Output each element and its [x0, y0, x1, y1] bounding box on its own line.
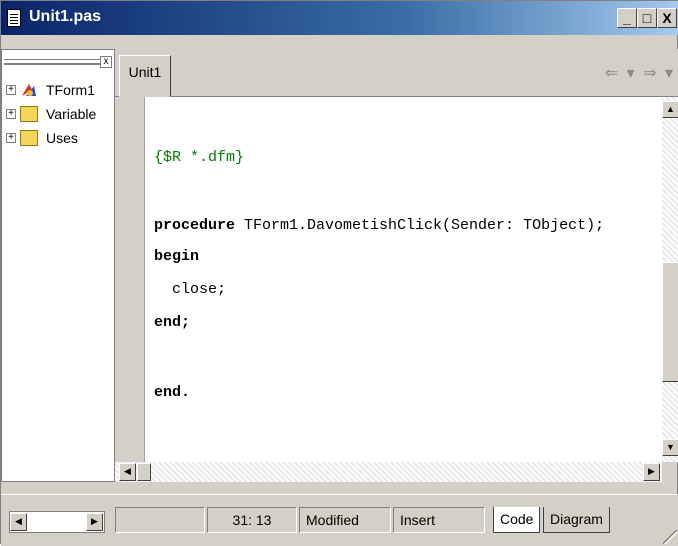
status-spacer — [115, 507, 205, 533]
scroll-left-icon[interactable]: ◀ — [119, 463, 136, 481]
code-line-end: end; — [154, 314, 191, 331]
code-line-begin: begin — [154, 248, 200, 265]
close-button[interactable]: X — [657, 8, 677, 28]
panel-close-icon[interactable]: x — [100, 56, 112, 68]
scroll-right-icon[interactable]: ▶ — [86, 513, 103, 531]
resize-grip-icon[interactable] — [663, 530, 677, 544]
scroll-up-icon[interactable]: ▲ — [662, 101, 678, 118]
keyword: procedure — [154, 217, 236, 234]
vertical-scrollbar[interactable]: ▲ ▼ — [662, 97, 678, 462]
tree-label: Variable — [46, 106, 97, 122]
navigation-arrows[interactable]: ⇐ ▾ ⇒ ▾ — [605, 63, 675, 83]
code-explorer-panel: x + TForm1 + Variable + Uses — [1, 49, 115, 482]
modified-status: Modified — [299, 507, 391, 533]
code-line-end-dot: end. — [154, 384, 191, 401]
code-line-procedure: procedure TForm1.DavometishClick(Sender:… — [154, 217, 604, 234]
editor-tab-strip: Unit1 ⇐ ▾ ⇒ ▾ — [115, 49, 678, 97]
window-title: Unit1.pas — [29, 8, 102, 25]
ide-window: Unit1.pas _ □ X x + TForm1 + Variable + … — [0, 0, 678, 546]
vertical-scroll-thumb[interactable] — [662, 262, 678, 382]
explorer-horizontal-scrollbar[interactable]: ◀ ▶ — [9, 511, 105, 533]
expand-icon[interactable]: + — [6, 85, 16, 95]
tree-label: TForm1 — [46, 82, 95, 98]
code-line-directive: {$R *.dfm} — [154, 149, 245, 166]
tree-label: Uses — [46, 130, 78, 146]
folder-icon — [20, 130, 38, 146]
scroll-down-icon[interactable]: ▼ — [662, 439, 678, 456]
expand-icon[interactable]: + — [6, 109, 16, 119]
tab-code[interactable]: Code — [493, 507, 541, 533]
tab-unit1[interactable]: Unit1 — [119, 55, 171, 97]
document-icon — [7, 9, 21, 27]
insert-mode-status: Insert — [393, 507, 485, 533]
panel-grip-line — [4, 64, 100, 65]
maximize-button[interactable]: □ — [637, 8, 657, 28]
status-bar: ◀ ▶ 31: 13 Modified Insert Code Diagram — [1, 494, 678, 546]
editor-gutter — [115, 97, 145, 462]
title-bar[interactable]: Unit1.pas _ □ X — [1, 1, 678, 35]
form-icon — [22, 84, 36, 96]
tab-diagram[interactable]: Diagram — [543, 507, 610, 533]
scroll-right-icon[interactable]: ▶ — [643, 463, 660, 481]
code-line-close: close; — [154, 281, 227, 298]
minimize-button[interactable]: _ — [617, 8, 637, 28]
horizontal-scrollbar[interactable]: ◀ ▶ — [115, 462, 662, 482]
horizontal-scroll-thumb[interactable] — [137, 463, 151, 481]
expand-icon[interactable]: + — [6, 133, 16, 143]
code-text: TForm1.DavometishClick(Sender: TObject); — [235, 217, 605, 234]
cursor-position: 31: 13 — [207, 507, 297, 533]
scroll-left-icon[interactable]: ◀ — [10, 513, 27, 531]
code-editor[interactable]: {$R *.dfm} procedure TForm1.DavometishCl… — [145, 97, 662, 462]
folder-icon — [20, 106, 38, 122]
